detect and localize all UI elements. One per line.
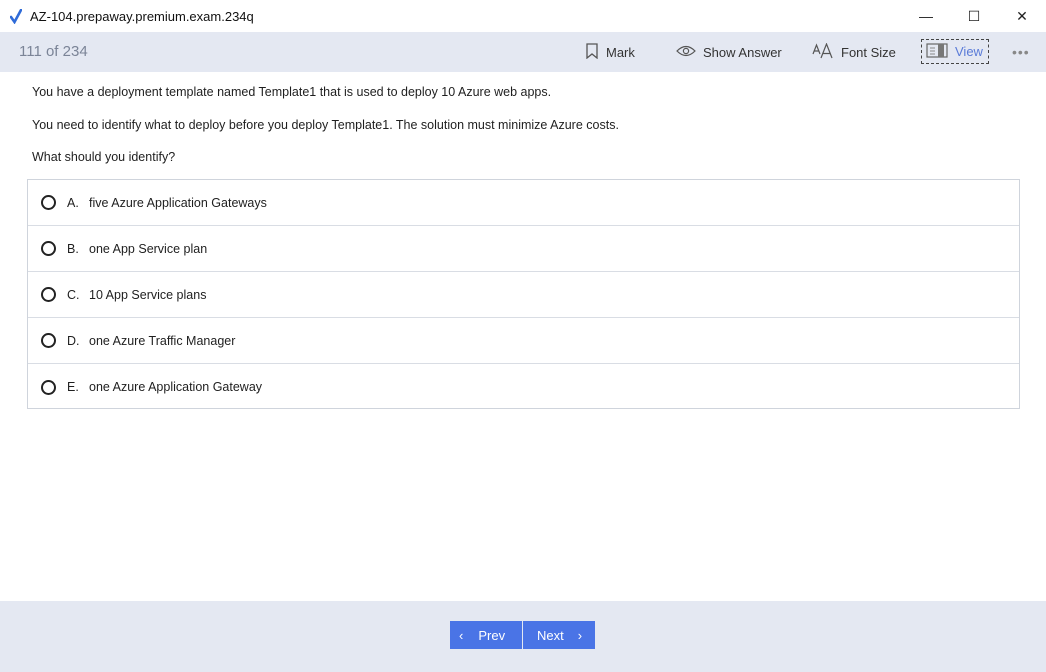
radio-button[interactable]: [41, 195, 56, 210]
view-label: View: [955, 44, 983, 59]
option-text: one Azure Traffic Manager: [89, 333, 236, 348]
more-icon: •••: [1012, 44, 1030, 60]
more-options-button[interactable]: •••: [1012, 32, 1030, 72]
answer-option-c[interactable]: C. 10 App Service plans: [28, 272, 1019, 318]
view-layout-icon: [926, 42, 955, 61]
option-letter: E.: [67, 380, 79, 394]
show-answer-button[interactable]: Show Answer: [676, 32, 782, 72]
view-button[interactable]: View: [921, 39, 989, 64]
radio-button[interactable]: [41, 333, 56, 348]
question-text-line: You have a deployment template named Tem…: [32, 85, 552, 99]
chevron-left-icon: ‹: [459, 627, 464, 643]
answer-option-e[interactable]: E. one Azure Application Gateway: [28, 364, 1019, 410]
exam-toolbar: 111 of 234 Mark Show Answer Font Size Vi…: [0, 32, 1046, 72]
question-counter: 111 of 234: [19, 43, 88, 60]
title-bar: AZ-104.prepaway.premium.exam.234q — ☐ ✕: [0, 0, 1046, 32]
font-size-icon: [812, 41, 841, 62]
eye-icon: [676, 45, 703, 60]
question-panel: You have a deployment template named Tem…: [0, 72, 1046, 601]
next-button[interactable]: Next ›: [523, 621, 595, 649]
navigation-footer: ‹ Prev Next ›: [0, 601, 1046, 672]
option-letter: C.: [67, 287, 80, 302]
option-letter: A.: [67, 195, 79, 210]
maximize-icon: ☐: [967, 7, 981, 24]
answer-option-d[interactable]: D. one Azure Traffic Manager: [28, 318, 1019, 364]
checkmark-app-icon: [10, 8, 24, 24]
prev-button[interactable]: ‹ Prev: [450, 621, 522, 649]
mark-button[interactable]: Mark: [585, 32, 635, 72]
radio-button[interactable]: [41, 287, 56, 302]
font-size-button[interactable]: Font Size: [812, 32, 896, 72]
chevron-right-icon: ›: [577, 627, 583, 643]
question-prompt: What should you identify?: [32, 150, 176, 164]
option-text: five Azure Application Gateways: [89, 195, 267, 210]
minimize-icon: —: [919, 8, 933, 24]
next-label: Next: [537, 627, 564, 643]
bookmark-icon: [585, 42, 606, 62]
answer-option-a[interactable]: A. five Azure Application Gateways: [28, 180, 1019, 226]
window-controls: — ☐ ✕: [902, 0, 1046, 32]
prev-label: Prev: [478, 627, 506, 643]
answer-option-b[interactable]: B. one App Service plan: [28, 226, 1019, 272]
answer-options-list: A. five Azure Application Gateways B. on…: [27, 179, 1020, 409]
close-icon: ✕: [1016, 7, 1028, 24]
font-size-label: Font Size: [841, 44, 896, 60]
option-letter: B.: [67, 241, 79, 256]
window-title: AZ-104.prepaway.premium.exam.234q: [30, 8, 254, 24]
show-answer-label: Show Answer: [703, 44, 782, 60]
radio-button[interactable]: [41, 379, 56, 395]
minimize-button[interactable]: —: [902, 0, 950, 32]
mark-label: Mark: [606, 44, 635, 60]
option-letter: D.: [67, 333, 80, 348]
close-button[interactable]: ✕: [998, 0, 1046, 32]
question-text-line: You need to identify what to deploy befo…: [32, 118, 619, 132]
option-text: one App Service plan: [89, 241, 208, 256]
option-text: one Azure Application Gateway: [89, 380, 263, 394]
radio-button[interactable]: [41, 241, 56, 256]
option-text: 10 App Service plans: [89, 287, 207, 302]
maximize-button[interactable]: ☐: [950, 0, 998, 32]
